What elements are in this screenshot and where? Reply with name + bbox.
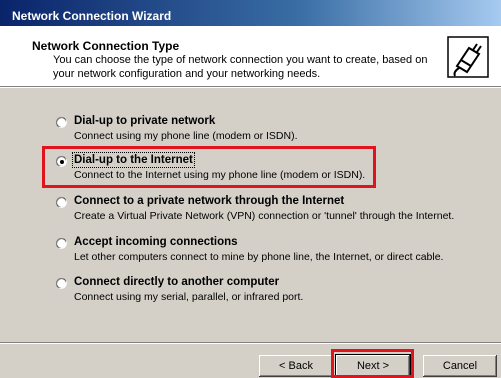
- wizard-header: Network Connection Type You can choose t…: [0, 26, 501, 87]
- radio-dialup-private[interactable]: [56, 117, 67, 128]
- option-description: Create a Virtual Private Network (VPN) c…: [74, 210, 455, 222]
- title-bar[interactable]: Network Connection Wizard: [0, 0, 501, 26]
- option-label: Dial-up to private network: [74, 115, 216, 127]
- network-plug-icon: [447, 36, 489, 78]
- highlight-box-option: [42, 146, 376, 188]
- back-button[interactable]: < Back: [259, 355, 333, 377]
- option-label: Connect directly to another computer: [74, 276, 280, 288]
- option-description: Connect using my serial, parallel, or in…: [74, 291, 304, 303]
- radio-vpn[interactable]: [56, 197, 67, 208]
- highlight-box-next: [331, 349, 414, 378]
- radio-direct[interactable]: [56, 278, 67, 289]
- option-label: Accept incoming connections: [74, 236, 238, 248]
- header-subtitle: You can choose the type of network conne…: [53, 54, 428, 80]
- radio-incoming[interactable]: [56, 238, 67, 249]
- option-description: Let other computers connect to mine by p…: [74, 251, 444, 263]
- cancel-button[interactable]: Cancel: [423, 355, 497, 377]
- window-title: Network Connection Wizard: [12, 9, 172, 23]
- divider: [0, 342, 501, 344]
- option-description: Connect using my phone line (modem or IS…: [74, 130, 298, 142]
- header-title: Network Connection Type: [32, 39, 180, 53]
- option-label: Connect to a private network through the…: [74, 195, 345, 207]
